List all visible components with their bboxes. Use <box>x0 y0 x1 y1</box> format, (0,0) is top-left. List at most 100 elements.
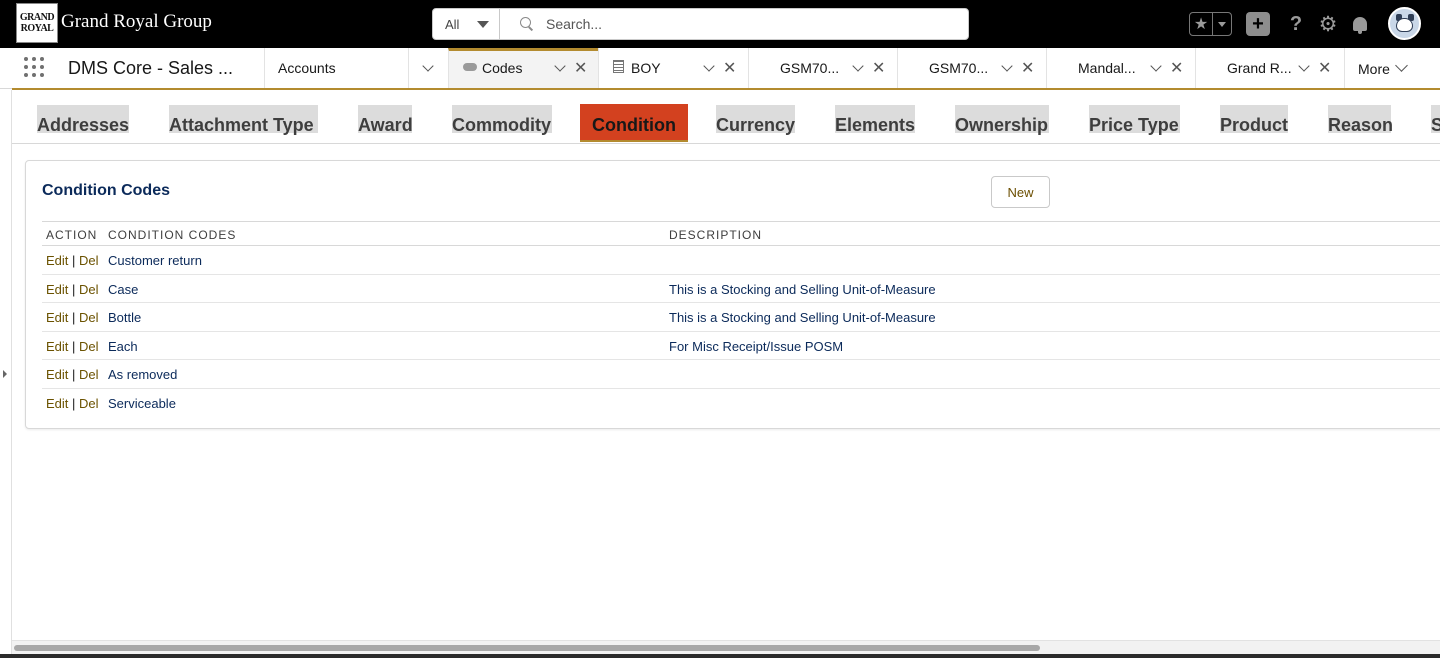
row-actions: Edit | Del <box>46 339 99 354</box>
row-actions: Edit | Del <box>46 253 99 268</box>
user-avatar[interactable] <box>1388 7 1421 40</box>
column-header-action: ACTION <box>46 228 98 242</box>
description-cell: This is a Stocking and Selling Unit-of-M… <box>669 310 936 325</box>
search-scope-select[interactable]: All <box>433 9 500 39</box>
chevron-down-icon[interactable] <box>1298 60 1310 72</box>
tab-mandal[interactable]: Mandal... ✕ <box>1046 48 1195 88</box>
table-row: Edit | Del Bottle This is a Stocking and S… <box>42 303 1440 332</box>
tab-codes[interactable]: Codes ✕ <box>448 48 598 88</box>
condition-codes-card: Condition Codes New ACTION CONDITION COD… <box>25 160 1440 429</box>
action-separator: | <box>72 367 76 382</box>
accounts-menu-button[interactable] <box>408 48 448 88</box>
delete-link[interactable]: Del <box>79 396 99 411</box>
tab-gsm70-1[interactable]: GSM70... ✕ <box>748 48 897 88</box>
subtab-attachment-type[interactable]: Attachment Type <box>169 105 318 135</box>
navigation-bar: DMS Core - Sales ... Accounts Codes ✕ BO… <box>0 48 1440 89</box>
bell-icon[interactable] <box>1348 12 1372 36</box>
global-search: All <box>432 8 969 40</box>
tab-grand-r[interactable]: Grand R... ✕ <box>1195 48 1344 88</box>
expand-panel-icon[interactable] <box>3 370 7 378</box>
app-name: DMS Core - Sales ... <box>68 58 234 78</box>
tab-accounts[interactable]: Accounts <box>264 48 408 88</box>
delete-link[interactable]: Del <box>79 367 99 382</box>
chevron-down-icon <box>422 60 434 72</box>
global-header: GRAND ROYAL Grand Royal Group All ★ + ? … <box>0 0 1440 48</box>
close-icon[interactable]: ✕ <box>872 58 885 78</box>
brand-name: Grand Royal Group <box>61 11 212 32</box>
condition-codes-table: ACTION CONDITION CODES DESCRIPTION Edit … <box>42 221 1440 417</box>
condition-code-cell: As removed <box>108 367 178 382</box>
edit-link[interactable]: Edit <box>46 253 68 268</box>
subtab-ownership[interactable]: Ownership <box>955 105 1049 135</box>
chevron-down-icon[interactable] <box>1001 60 1013 72</box>
help-icon[interactable]: ? <box>1284 12 1308 36</box>
subtab-reason[interactable]: Reason <box>1328 105 1393 135</box>
edit-link[interactable]: Edit <box>46 367 68 382</box>
chevron-down-icon[interactable] <box>703 60 715 72</box>
subtab-condition[interactable]: Condition <box>580 104 688 142</box>
scrollbar-thumb[interactable] <box>14 645 1040 651</box>
favorites-button[interactable]: ★ <box>1189 12 1232 36</box>
global-actions-plus-icon[interactable]: + <box>1246 12 1270 36</box>
close-icon[interactable]: ✕ <box>1021 58 1034 78</box>
delete-link[interactable]: Del <box>79 339 99 354</box>
subtab-addresses[interactable]: Addresses <box>37 105 129 135</box>
table-row: Edit | Del Serviceable <box>42 389 1440 418</box>
condition-code-cell: Case <box>108 281 139 297</box>
tab-boy[interactable]: BOY ✕ <box>598 48 748 88</box>
code-type-tabs: Addresses Attachment Type Award Commodit… <box>12 90 1440 144</box>
more-tabs-button[interactable]: More <box>1344 48 1440 88</box>
subtab-s[interactable]: S <box>1431 105 1440 133</box>
row-actions: Edit | Del <box>46 396 99 411</box>
star-icon: ★ <box>1190 13 1213 35</box>
column-header-description: DESCRIPTION <box>669 228 763 242</box>
subtab-price-type[interactable]: Price Type <box>1089 105 1180 135</box>
action-separator: | <box>72 310 76 325</box>
edit-link[interactable]: Edit <box>46 339 68 354</box>
search-icon <box>520 17 534 31</box>
cloud-icon <box>463 63 477 71</box>
chevron-down-icon[interactable] <box>1150 60 1162 72</box>
app-launcher-icon[interactable] <box>24 57 46 79</box>
chevron-down-icon[interactable] <box>554 60 566 72</box>
description-cell: For Misc Receipt/Issue POSM <box>669 338 844 354</box>
column-header-condition-codes: CONDITION CODES <box>108 228 237 242</box>
card-title: Condition Codes <box>42 182 170 199</box>
new-button[interactable]: New <box>991 176 1050 208</box>
description-cell: This is a Stocking and Selling Unit-of-M… <box>669 281 936 297</box>
favorites-dropdown-icon[interactable] <box>1213 13 1231 35</box>
condition-code-cell: Customer return <box>108 253 202 268</box>
close-icon[interactable]: ✕ <box>1318 58 1331 78</box>
subtab-award[interactable]: Award <box>358 105 413 135</box>
subtab-elements[interactable]: Elements <box>835 105 915 135</box>
gear-icon[interactable]: ⚙ <box>1316 12 1340 36</box>
delete-link[interactable]: Del <box>79 282 99 297</box>
company-logo[interactable]: GRAND ROYAL <box>16 3 58 43</box>
horizontal-scrollbar[interactable] <box>12 640 1440 654</box>
tab-gsm70-2[interactable]: GSM70... ✕ <box>897 48 1046 88</box>
table-row: Edit | Del Each For Misc Receipt/Issue POS… <box>42 332 1440 360</box>
subtab-commodity[interactable]: Commodity <box>452 105 552 135</box>
delete-link[interactable]: Del <box>79 253 99 268</box>
caret-down-icon <box>477 21 489 28</box>
close-icon[interactable]: ✕ <box>723 58 736 78</box>
action-separator: | <box>72 281 76 297</box>
row-actions: Edit | Del <box>46 367 99 382</box>
action-separator: | <box>72 253 76 268</box>
edit-link[interactable]: Edit <box>46 282 68 297</box>
condition-code-cell: Each <box>108 338 138 354</box>
chevron-down-icon[interactable] <box>852 60 864 72</box>
close-icon[interactable]: ✕ <box>574 58 587 78</box>
subtab-currency[interactable]: Currency <box>716 105 795 135</box>
subtab-product[interactable]: Product <box>1220 105 1288 135</box>
search-input[interactable] <box>546 16 946 32</box>
edit-link[interactable]: Edit <box>46 310 68 325</box>
row-actions: Edit | Del <box>46 310 99 325</box>
table-row: Edit | Del Customer return <box>42 246 1440 275</box>
bottom-edge <box>0 654 1440 658</box>
chevron-down-icon <box>1395 59 1408 72</box>
delete-link[interactable]: Del <box>79 310 99 325</box>
edit-link[interactable]: Edit <box>46 396 68 411</box>
close-icon[interactable]: ✕ <box>1170 58 1183 78</box>
building-icon <box>613 60 624 73</box>
